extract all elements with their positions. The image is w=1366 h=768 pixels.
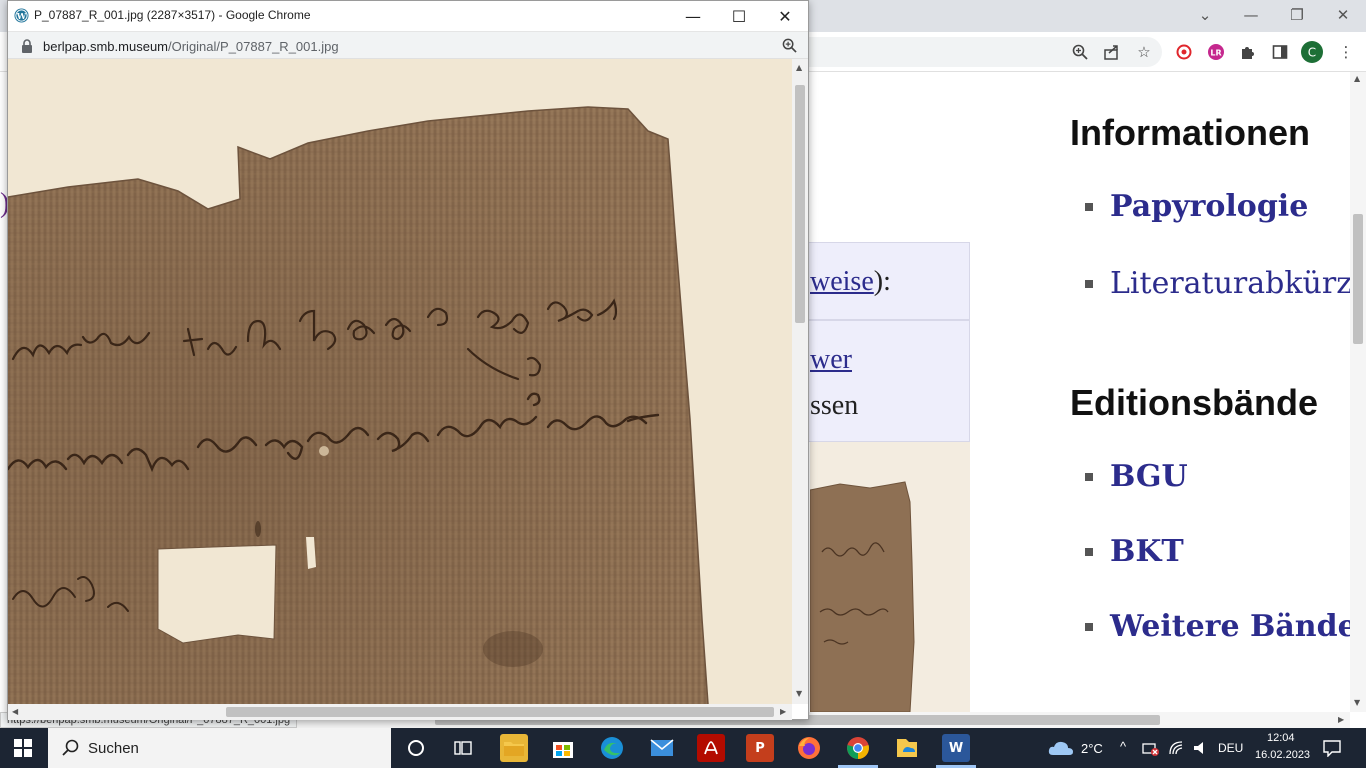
popup-title-bar[interactable]: W P_07887_R_001.jpg (2287×3517) - Google… bbox=[8, 1, 808, 31]
svg-text:C: C bbox=[1308, 46, 1316, 60]
table-row bbox=[800, 320, 970, 442]
microsoft-store-icon[interactable] bbox=[549, 734, 577, 762]
file-explorer-icon[interactable] bbox=[500, 734, 528, 762]
tab-search-icon[interactable]: ⌄ bbox=[1182, 0, 1228, 30]
profile-avatar-icon[interactable]: C bbox=[1300, 40, 1324, 64]
svg-text:LR: LR bbox=[1210, 49, 1221, 58]
popup-vertical-scrollbar[interactable]: ▲ ▼ bbox=[792, 59, 808, 704]
papyrus-image-viewport[interactable] bbox=[8, 59, 792, 704]
image-popup-window[interactable]: W P_07887_R_001.jpg (2287×3517) - Google… bbox=[7, 0, 809, 720]
link-papyrologie[interactable]: Papyrologie bbox=[1110, 189, 1308, 224]
menu-dots-icon[interactable]: ⋮ bbox=[1334, 40, 1358, 64]
list-bullet bbox=[1085, 622, 1093, 631]
close-button[interactable]: ✕ bbox=[1320, 0, 1366, 30]
task-view-icon[interactable] bbox=[454, 739, 472, 762]
link-viewer-text[interactable]: wer bbox=[810, 344, 852, 375]
side-panel-icon[interactable] bbox=[1268, 40, 1292, 64]
heading-editionsbaende: Editionsbände bbox=[1070, 382, 1319, 423]
url-path: /Original/P_07887_R_001.jpg bbox=[168, 39, 339, 54]
extensions-puzzle-icon[interactable] bbox=[1236, 40, 1260, 64]
popup-minimize-button[interactable]: — bbox=[670, 1, 716, 31]
sidebar-item-papyrologie[interactable]: Papyrologie bbox=[1085, 189, 1308, 224]
popup-horizontal-scrollbar[interactable]: ◀ ▶ bbox=[8, 704, 792, 720]
network-alert-icon[interactable] bbox=[1142, 740, 1160, 761]
sidebar-item-weitere-baende[interactable]: Weitere Bände bbox=[1085, 609, 1350, 644]
list-bullet bbox=[1085, 279, 1093, 288]
zoom-icon[interactable] bbox=[782, 38, 797, 58]
cortana-icon[interactable] bbox=[407, 739, 425, 762]
sidebar-item-literaturabkuerzungen[interactable]: Literaturabkürzun bbox=[1085, 266, 1350, 301]
weather-cloud-icon[interactable] bbox=[1048, 740, 1074, 761]
link-weitere-baende[interactable]: Weitere Bände bbox=[1110, 609, 1350, 644]
wifi-icon[interactable] bbox=[1168, 740, 1184, 761]
scrollbar-thumb[interactable] bbox=[226, 707, 774, 717]
popup-address-bar[interactable]: berlpap.smb.museum/Original/P_07887_R_00… bbox=[8, 31, 808, 59]
table-cell-text: weise): bbox=[810, 266, 891, 298]
tray-overflow-icon[interactable]: ^ bbox=[1120, 739, 1126, 754]
svg-text:W: W bbox=[16, 11, 27, 21]
table-cell-text: ssen bbox=[810, 390, 859, 421]
powerpoint-icon[interactable]: P bbox=[746, 734, 774, 762]
link-schreibweise[interactable]: weise bbox=[810, 266, 874, 297]
mail-icon[interactable] bbox=[648, 734, 676, 762]
word-icon[interactable]: W bbox=[942, 734, 970, 762]
background-vertical-scrollbar[interactable]: ▲ ▼ bbox=[1350, 72, 1366, 712]
edge-icon[interactable] bbox=[598, 734, 626, 762]
link-bgu[interactable]: BGU bbox=[1110, 459, 1188, 494]
link-viewer[interactable]: wer bbox=[810, 344, 852, 376]
scrollbar-thumb[interactable] bbox=[1353, 214, 1363, 344]
firefox-icon[interactable] bbox=[795, 734, 823, 762]
heading-informationen: Informationen bbox=[1070, 112, 1310, 153]
popup-close-button[interactable]: ✕ bbox=[762, 1, 808, 31]
weather-temperature[interactable]: 2°C bbox=[1081, 741, 1103, 756]
input-language[interactable]: DEU bbox=[1218, 741, 1243, 755]
table-cell-suffix: ): bbox=[873, 266, 891, 297]
papyrus-image bbox=[8, 59, 792, 704]
search-icon bbox=[62, 739, 80, 762]
restore-button[interactable]: ❐ bbox=[1274, 0, 1320, 30]
popup-maximize-button[interactable]: ☐ bbox=[716, 1, 762, 31]
extension-shield-icon[interactable] bbox=[1172, 40, 1196, 64]
share-icon[interactable] bbox=[1100, 40, 1124, 64]
scrollbar-thumb[interactable] bbox=[795, 85, 805, 323]
clock-time[interactable]: 12:04 bbox=[1267, 732, 1295, 744]
zoom-icon[interactable] bbox=[1068, 40, 1092, 64]
lock-icon bbox=[21, 39, 33, 58]
link-literaturabkuerzungen[interactable]: Literaturabkürzun bbox=[1110, 266, 1350, 301]
list-bullet bbox=[1085, 202, 1093, 211]
search-placeholder: Suchen bbox=[88, 739, 139, 757]
papyrus-thumbnail[interactable] bbox=[810, 442, 970, 712]
onedrive-files-icon[interactable] bbox=[893, 734, 921, 762]
windows-start-icon[interactable] bbox=[14, 739, 32, 762]
list-bullet bbox=[1085, 547, 1093, 556]
clock-date[interactable]: 16.02.2023 bbox=[1255, 749, 1310, 761]
notification-icon[interactable] bbox=[1323, 739, 1341, 762]
extension-lr-icon[interactable]: LR bbox=[1204, 40, 1228, 64]
list-bullet bbox=[1085, 472, 1093, 481]
url-host: berlpap.smb.museum bbox=[43, 39, 168, 54]
wordpress-favicon-icon: W bbox=[14, 8, 29, 28]
sidebar-item-bkt[interactable]: BKT bbox=[1085, 534, 1184, 569]
link-bkt[interactable]: BKT bbox=[1110, 534, 1184, 569]
popup-url[interactable]: berlpap.smb.museum/Original/P_07887_R_00… bbox=[43, 39, 339, 54]
bookmark-star-icon[interactable]: ☆ bbox=[1132, 40, 1156, 64]
taskbar-search-box[interactable]: Suchen bbox=[48, 728, 391, 768]
minimize-button[interactable]: — bbox=[1228, 0, 1274, 30]
chrome-icon[interactable] bbox=[844, 734, 872, 762]
popup-title: P_07887_R_001.jpg (2287×3517) - Google C… bbox=[34, 8, 311, 22]
sidebar-item-bgu[interactable]: BGU bbox=[1085, 459, 1188, 494]
volume-icon[interactable] bbox=[1193, 740, 1209, 761]
acrobat-icon[interactable] bbox=[697, 734, 725, 762]
windows-taskbar: Suchen P W 2°C ^ DEU 12:04 16.02.2023 bbox=[0, 728, 1366, 768]
